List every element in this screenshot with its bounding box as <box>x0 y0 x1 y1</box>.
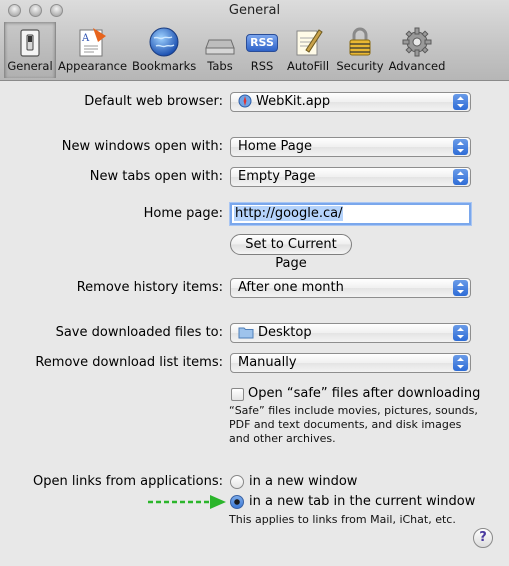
folder-icon <box>238 327 254 339</box>
radio-new-window-label: in a new window <box>249 474 358 489</box>
chevron-updown-icon <box>453 139 468 155</box>
default-browser-value: WebKit.app <box>256 94 331 109</box>
chevron-updown-icon <box>453 280 468 296</box>
open-safe-files-checkbox[interactable] <box>231 388 244 401</box>
tab-rss[interactable]: RSS RSS <box>243 22 281 78</box>
tab-tabs[interactable]: Tabs <box>200 22 240 78</box>
tab-rss-label: RSS <box>250 59 274 73</box>
tab-advanced-label: Advanced <box>388 59 446 73</box>
tab-appearance[interactable]: A Appearance <box>58 22 128 78</box>
new-windows-popup[interactable]: Home Page <box>230 137 471 157</box>
home-page-label: Home page: <box>143 206 223 221</box>
annotation-arrow-icon <box>148 495 226 509</box>
tab-autofill[interactable]: AutoFill <box>284 22 332 78</box>
tab-security-label: Security <box>336 59 384 73</box>
save-downloads-label: Save downloaded files to: <box>55 325 223 340</box>
tab-general[interactable]: General <box>4 22 56 78</box>
open-safe-files-label: Open “safe” files after downloading <box>248 386 481 401</box>
tab-bookmarks-label: Bookmarks <box>132 59 197 73</box>
svg-text:A: A <box>81 33 90 44</box>
safe-files-description-line: PDF and text documents, and disk images <box>229 418 462 431</box>
appearance-icon: A <box>79 28 106 57</box>
new-windows-value: Home Page <box>238 139 312 154</box>
chevron-updown-icon <box>453 94 468 110</box>
webkit-compass-icon <box>238 94 252 108</box>
autofill-pen-icon <box>296 29 323 56</box>
new-tabs-value: Empty Page <box>238 169 316 184</box>
open-links-note: This applies to links from Mail, iChat, … <box>229 513 456 526</box>
tab-advanced[interactable]: Advanced <box>388 22 446 78</box>
safe-files-description: “Safe” files include movies, pictures, s… <box>229 404 478 446</box>
tab-bookmarks[interactable]: Bookmarks <box>132 22 196 78</box>
general-pane: Default web browser: WebKit.app New wind… <box>0 81 509 566</box>
remove-history-popup[interactable]: After one month <box>230 278 471 298</box>
window-title: General <box>228 3 281 18</box>
general-switch-icon <box>20 29 40 57</box>
new-tabs-popup[interactable]: Empty Page <box>230 167 471 187</box>
radio-new-tab[interactable] <box>230 495 244 509</box>
open-links-label: Open links from applications: <box>33 474 223 489</box>
security-lock-icon <box>349 27 371 56</box>
tabs-icon <box>205 39 235 55</box>
rss-icon: RSS <box>246 34 278 52</box>
remove-history-value: After one month <box>238 280 344 295</box>
chevron-updown-icon <box>453 169 468 185</box>
default-browser-popup[interactable]: WebKit.app <box>230 92 471 112</box>
set-to-current-page-button[interactable]: Set to Current Page <box>230 234 352 271</box>
preferences-window: General General A Appearance Bookmarks T… <box>0 0 509 566</box>
new-windows-label: New windows open with: <box>61 139 223 154</box>
toolbar: General General A Appearance Bookmarks T… <box>0 0 509 81</box>
tab-general-label: General <box>7 59 53 73</box>
remove-download-list-label: Remove download list items: <box>35 355 223 370</box>
remove-history-label: Remove history items: <box>76 280 223 295</box>
new-tabs-label: New tabs open with: <box>89 169 223 184</box>
remove-download-list-popup[interactable]: Manually <box>230 353 471 373</box>
bookmarks-globe-icon <box>149 27 179 57</box>
tab-security[interactable]: Security <box>336 22 384 78</box>
tab-appearance-label: Appearance <box>58 59 128 73</box>
tab-tabs-label: Tabs <box>207 59 233 73</box>
safe-files-description-line: “Safe” files include movies, pictures, s… <box>229 404 478 417</box>
chevron-updown-icon <box>453 355 468 371</box>
help-button[interactable]: ? <box>473 528 493 548</box>
chevron-updown-icon <box>453 325 468 341</box>
save-downloads-value: Desktop <box>258 325 312 340</box>
remove-download-list-value: Manually <box>238 355 297 370</box>
advanced-gear-icon <box>402 27 432 57</box>
default-browser-label: Default web browser: <box>84 94 223 109</box>
radio-new-tab-label: in a new tab in the current window <box>249 494 476 509</box>
home-page-field[interactable]: http://google.ca/ <box>230 203 471 225</box>
tab-autofill-label: AutoFill <box>286 59 330 73</box>
home-page-value: http://google.ca/ <box>234 206 344 221</box>
radio-new-window[interactable] <box>230 475 244 489</box>
save-downloads-popup[interactable]: Desktop <box>230 323 471 343</box>
safe-files-description-line: and other archives. <box>229 432 336 445</box>
